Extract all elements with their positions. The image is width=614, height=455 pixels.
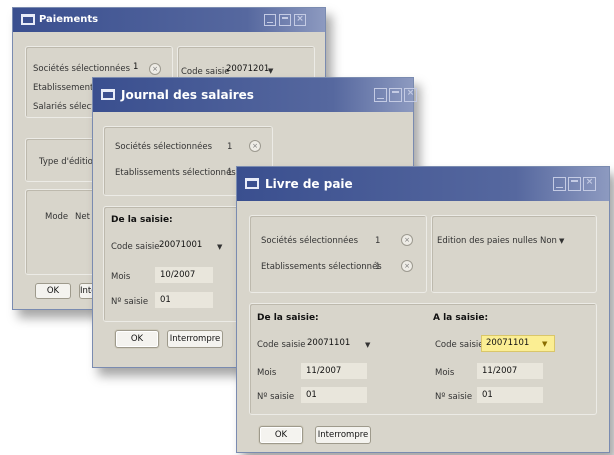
selection-group xyxy=(249,215,427,293)
no-saisie-label: Nº saisie xyxy=(111,297,149,307)
clear-societes-icon[interactable]: × xyxy=(149,63,161,75)
etablissements-value[interactable]: 1 xyxy=(227,168,232,178)
window-title: Journal des salaires xyxy=(121,88,254,102)
etablissements-label: Etablissements sélectionnés xyxy=(115,168,236,178)
to-no-saisie-field: 01 xyxy=(477,387,543,403)
window-app-icon xyxy=(21,14,35,25)
no-saisie-field: 01 xyxy=(155,292,213,308)
societes-label: Sociétés sélectionnées xyxy=(261,236,359,246)
from-code-saisie-label: Code saisie xyxy=(257,340,306,350)
societes-label: Sociétés sélectionnées xyxy=(115,142,213,152)
de-la-saisie-heading: De la saisie: xyxy=(257,313,319,323)
livre-titlebar[interactable]: Livre de paie × xyxy=(237,167,609,201)
minimize-icon[interactable] xyxy=(374,88,387,102)
to-code-saisie-dropdown-icon[interactable]: ▼ xyxy=(542,340,547,348)
ok-button[interactable]: OK xyxy=(115,330,159,348)
from-no-saisie-field: 01 xyxy=(301,387,367,403)
maximize-icon[interactable] xyxy=(568,177,581,191)
de-la-saisie-heading: De la saisie: xyxy=(111,215,173,225)
from-mois-field: 11/2007 xyxy=(301,363,367,379)
window-title: Livre de paie xyxy=(265,177,353,191)
type-edition-label: Type d'édition xyxy=(39,157,99,167)
edition-group xyxy=(431,215,597,293)
edition-paies-nulles-label: Edition des paies nulles xyxy=(437,236,538,246)
close-icon[interactable]: × xyxy=(583,177,596,191)
clear-societes-icon[interactable]: × xyxy=(249,140,261,152)
societes-field[interactable]: 1 xyxy=(129,61,145,75)
ok-button[interactable]: OK xyxy=(35,283,71,299)
to-code-saisie-label: Code saisie xyxy=(435,340,484,350)
mode-label: Mode xyxy=(45,212,69,222)
interrompre-button[interactable]: Interrompre xyxy=(167,330,223,348)
a-la-saisie-heading: A la saisie: xyxy=(433,313,489,323)
close-icon[interactable]: × xyxy=(294,14,306,26)
clear-societes-icon[interactable]: × xyxy=(401,234,413,246)
window-app-icon xyxy=(101,89,115,100)
societes-value[interactable]: 1 xyxy=(227,142,232,152)
etablissements-label: Etablissements sélectionnés xyxy=(261,262,382,272)
minimize-icon[interactable] xyxy=(553,177,566,191)
edition-paies-nulles-value[interactable]: Non xyxy=(540,236,557,246)
journal-titlebar[interactable]: Journal des salaires × xyxy=(93,78,417,112)
window-app-icon xyxy=(245,178,259,189)
from-code-saisie-dropdown-icon[interactable]: ▼ xyxy=(365,341,370,349)
to-mois-field: 11/2007 xyxy=(477,363,543,379)
clear-etablissements-icon[interactable]: × xyxy=(401,260,413,272)
maximize-icon[interactable] xyxy=(279,14,291,26)
minimize-icon[interactable] xyxy=(264,14,276,26)
from-mois-label: Mois xyxy=(257,368,277,378)
paiements-titlebar[interactable]: Paiements × xyxy=(13,8,325,32)
mois-label: Mois xyxy=(111,272,131,282)
interrompre-button[interactable]: Interrompre xyxy=(315,426,371,444)
etablissements-value[interactable]: 1 xyxy=(375,262,380,272)
maximize-icon[interactable] xyxy=(389,88,402,102)
mois-field: 10/2007 xyxy=(155,267,213,283)
code-saisie-dropdown-icon[interactable]: ▼ xyxy=(268,67,273,75)
to-no-saisie-label: Nº saisie xyxy=(435,392,473,402)
livre-de-paie-window: Livre de paie × Sociétés sélectionnées 1… xyxy=(236,166,610,453)
code-saisie-dropdown-icon[interactable]: ▼ xyxy=(217,243,222,251)
code-saisie-label: Code saisie xyxy=(111,242,160,252)
close-icon[interactable]: × xyxy=(404,88,417,102)
edition-dropdown-icon[interactable]: ▼ xyxy=(559,237,564,245)
to-mois-label: Mois xyxy=(435,368,455,378)
societes-value[interactable]: 1 xyxy=(375,236,380,246)
window-title: Paiements xyxy=(39,14,99,25)
ok-button[interactable]: OK xyxy=(259,426,303,444)
societes-label: Sociétés sélectionnées xyxy=(33,64,131,74)
from-no-saisie-label: Nº saisie xyxy=(257,392,295,402)
